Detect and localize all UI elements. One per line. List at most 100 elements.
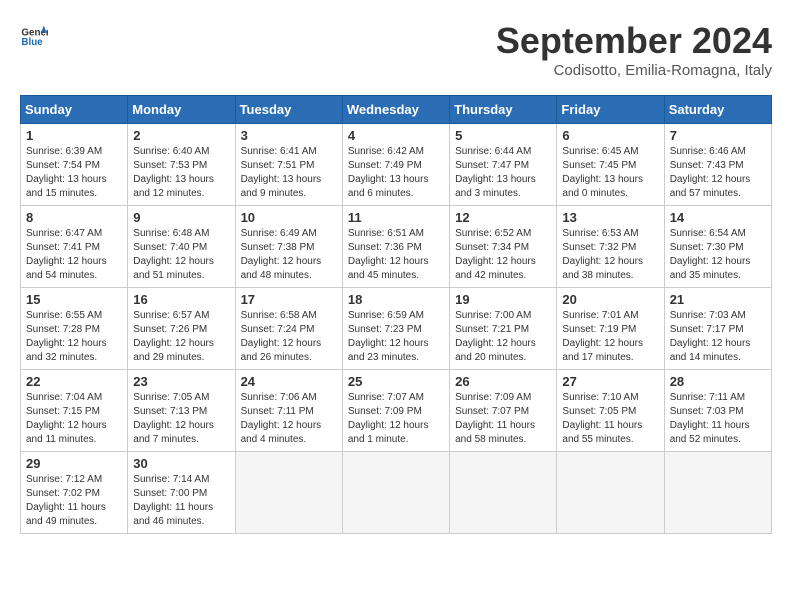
table-cell (557, 452, 664, 534)
table-cell: 14 Sunrise: 6:54 AMSunset: 7:30 PMDayligh… (664, 206, 771, 288)
table-cell: 24 Sunrise: 7:06 AMSunset: 7:11 PMDayligh… (235, 370, 342, 452)
table-cell: 6 Sunrise: 6:45 AMSunset: 7:45 PMDaylight… (557, 124, 664, 206)
table-cell: 3 Sunrise: 6:41 AMSunset: 7:51 PMDaylight… (235, 124, 342, 206)
table-cell (450, 452, 557, 534)
day-number: 18 (348, 292, 444, 307)
cell-info: Sunrise: 7:05 AMSunset: 7:13 PMDaylight:… (133, 391, 229, 447)
cell-info: Sunrise: 6:47 AMSunset: 7:41 PMDaylight:… (26, 227, 122, 283)
day-number: 5 (455, 128, 551, 143)
table-cell: 18Sunrise: 6:59 AMSunset: 7:23 PMDayligh… (342, 288, 449, 370)
day-number: 7 (670, 128, 766, 143)
col-sunday: Sunday (21, 96, 128, 124)
month-title: September 2024 (496, 20, 772, 62)
day-number: 30 (133, 456, 229, 471)
cell-info: Sunrise: 6:42 AMSunset: 7:49 PMDaylight:… (348, 145, 444, 201)
col-thursday: Thursday (450, 96, 557, 124)
table-cell (342, 452, 449, 534)
table-cell: 8 Sunrise: 6:47 AMSunset: 7:41 PMDaylight… (21, 206, 128, 288)
cell-info: Sunrise: 7:03 AMSunset: 7:17 PMDaylight:… (670, 309, 766, 365)
col-saturday: Saturday (664, 96, 771, 124)
title-area: September 2024 Codisotto, Emilia-Romagna… (496, 20, 772, 79)
day-number: 2 (133, 128, 229, 143)
table-cell: 25 Sunrise: 7:07 AMSunset: 7:09 PMDayligh… (342, 370, 449, 452)
day-number: 4 (348, 128, 444, 143)
day-number: 20 (562, 292, 658, 307)
table-cell: 27 Sunrise: 7:10 AMSunset: 7:05 PMDayligh… (557, 370, 664, 452)
day-number: 23 (133, 374, 229, 389)
cell-info: Sunrise: 7:01 AMSunset: 7:19 PMDaylight:… (562, 309, 658, 365)
table-cell: 13Sunrise: 6:53 AMSunset: 7:32 PMDayligh… (557, 206, 664, 288)
cell-info: Sunrise: 6:58 AMSunset: 7:24 PMDaylight:… (241, 309, 337, 365)
table-cell: 1 Sunrise: 6:39 AMSunset: 7:54 PMDaylight… (21, 124, 128, 206)
day-number: 22 (26, 374, 122, 389)
table-cell: 21 Sunrise: 7:03 AMSunset: 7:17 PMDayligh… (664, 288, 771, 370)
table-cell (664, 452, 771, 534)
cell-info: Sunrise: 7:09 AMSunset: 7:07 PMDaylight:… (455, 391, 551, 447)
day-number: 29 (26, 456, 122, 471)
table-cell: 19Sunrise: 7:00 AMSunset: 7:21 PMDayligh… (450, 288, 557, 370)
day-number: 10 (241, 210, 337, 225)
cell-info: Sunrise: 7:14 AMSunset: 7:00 PMDaylight:… (133, 473, 229, 529)
table-cell: 10 Sunrise: 6:49 AMSunset: 7:38 PMDayligh… (235, 206, 342, 288)
location: Codisotto, Emilia-Romagna, Italy (496, 62, 772, 79)
cell-info: Sunrise: 6:46 AMSunset: 7:43 PMDaylight:… (670, 145, 766, 201)
cell-info: Sunrise: 6:55 AMSunset: 7:28 PMDaylight:… (26, 309, 122, 365)
table-cell: 17Sunrise: 6:58 AMSunset: 7:24 PMDayligh… (235, 288, 342, 370)
day-number: 11 (348, 210, 444, 225)
day-number: 15 (26, 292, 122, 307)
cell-info: Sunrise: 6:52 AMSunset: 7:34 PMDaylight:… (455, 227, 551, 283)
cell-info: Sunrise: 6:54 AMSunset: 7:30 PMDaylight:… (670, 227, 766, 283)
day-number: 21 (670, 292, 766, 307)
table-row: 1 Sunrise: 6:39 AMSunset: 7:54 PMDaylight… (21, 124, 772, 206)
table-cell: 2 Sunrise: 6:40 AMSunset: 7:53 PMDaylight… (128, 124, 235, 206)
col-monday: Monday (128, 96, 235, 124)
day-number: 6 (562, 128, 658, 143)
table-row: 22Sunrise: 7:04 AMSunset: 7:15 PMDayligh… (21, 370, 772, 452)
cell-info: Sunrise: 6:41 AMSunset: 7:51 PMDaylight:… (241, 145, 337, 201)
table-cell: 30 Sunrise: 7:14 AMSunset: 7:00 PMDayligh… (128, 452, 235, 534)
col-wednesday: Wednesday (342, 96, 449, 124)
cell-info: Sunrise: 7:10 AMSunset: 7:05 PMDaylight:… (562, 391, 658, 447)
day-number: 12 (455, 210, 551, 225)
day-number: 8 (26, 210, 122, 225)
day-number: 28 (670, 374, 766, 389)
cell-info: Sunrise: 6:45 AMSunset: 7:45 PMDaylight:… (562, 145, 658, 201)
cell-info: Sunrise: 7:06 AMSunset: 7:11 PMDaylight:… (241, 391, 337, 447)
table-cell: 15 Sunrise: 6:55 AMSunset: 7:28 PMDayligh… (21, 288, 128, 370)
table-cell: 20 Sunrise: 7:01 AMSunset: 7:19 PMDayligh… (557, 288, 664, 370)
day-number: 27 (562, 374, 658, 389)
day-number: 13 (562, 210, 658, 225)
table-cell: 5 Sunrise: 6:44 AMSunset: 7:47 PMDaylight… (450, 124, 557, 206)
day-number: 16 (133, 292, 229, 307)
table-row: 29 Sunrise: 7:12 AMSunset: 7:02 PMDayligh… (21, 452, 772, 534)
cell-info: Sunrise: 7:12 AMSunset: 7:02 PMDaylight:… (26, 473, 122, 529)
header-row: Sunday Monday Tuesday Wednesday Thursday… (21, 96, 772, 124)
table-cell: 11 Sunrise: 6:51 AMSunset: 7:36 PMDayligh… (342, 206, 449, 288)
day-number: 3 (241, 128, 337, 143)
table-cell: 4 Sunrise: 6:42 AMSunset: 7:49 PMDaylight… (342, 124, 449, 206)
table-cell: 29 Sunrise: 7:12 AMSunset: 7:02 PMDayligh… (21, 452, 128, 534)
cell-info: Sunrise: 6:51 AMSunset: 7:36 PMDaylight:… (348, 227, 444, 283)
cell-info: Sunrise: 7:00 AMSunset: 7:21 PMDaylight:… (455, 309, 551, 365)
calendar-table: Sunday Monday Tuesday Wednesday Thursday… (20, 95, 772, 534)
cell-info: Sunrise: 6:49 AMSunset: 7:38 PMDaylight:… (241, 227, 337, 283)
day-number: 9 (133, 210, 229, 225)
cell-info: Sunrise: 6:57 AMSunset: 7:26 PMDaylight:… (133, 309, 229, 365)
cell-info: Sunrise: 6:39 AMSunset: 7:54 PMDaylight:… (26, 145, 122, 201)
table-cell: 26Sunrise: 7:09 AMSunset: 7:07 PMDayligh… (450, 370, 557, 452)
cell-info: Sunrise: 6:48 AMSunset: 7:40 PMDaylight:… (133, 227, 229, 283)
table-cell: 12 Sunrise: 6:52 AMSunset: 7:34 PMDayligh… (450, 206, 557, 288)
cell-info: Sunrise: 7:07 AMSunset: 7:09 PMDaylight:… (348, 391, 444, 447)
cell-info: Sunrise: 6:40 AMSunset: 7:53 PMDaylight:… (133, 145, 229, 201)
calendar-body: 1 Sunrise: 6:39 AMSunset: 7:54 PMDaylight… (21, 124, 772, 534)
day-number: 24 (241, 374, 337, 389)
day-number: 25 (348, 374, 444, 389)
table-row: 8 Sunrise: 6:47 AMSunset: 7:41 PMDaylight… (21, 206, 772, 288)
cell-info: Sunrise: 6:44 AMSunset: 7:47 PMDaylight:… (455, 145, 551, 201)
table-cell: 7 Sunrise: 6:46 AMSunset: 7:43 PMDaylight… (664, 124, 771, 206)
logo-icon: General Blue (20, 20, 48, 48)
day-number: 14 (670, 210, 766, 225)
day-number: 1 (26, 128, 122, 143)
table-cell: 16 Sunrise: 6:57 AMSunset: 7:26 PMDayligh… (128, 288, 235, 370)
cell-info: Sunrise: 7:11 AMSunset: 7:03 PMDaylight:… (670, 391, 766, 447)
